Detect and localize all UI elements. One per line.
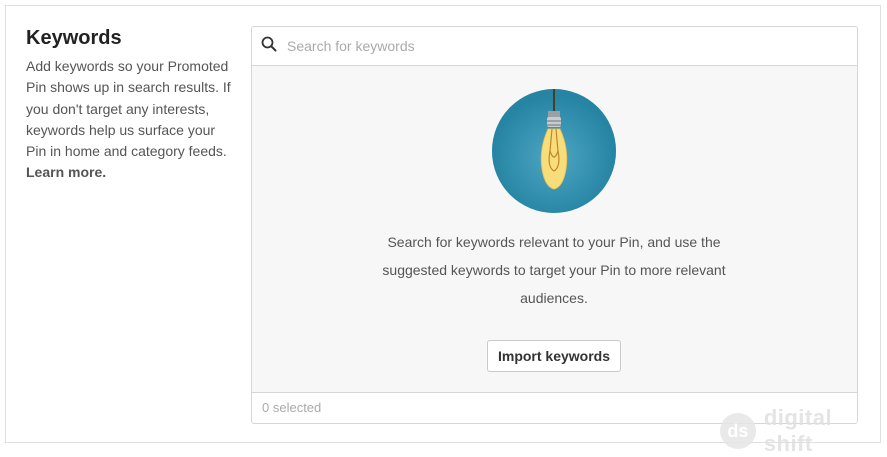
section-title: Keywords xyxy=(26,27,122,49)
search-bar xyxy=(252,27,857,66)
search-input[interactable] xyxy=(285,37,829,55)
empty-state-message: Search for keywords relevant to your Pin… xyxy=(382,234,726,306)
search-icon xyxy=(261,36,277,57)
watermark-logo: ds xyxy=(720,413,756,449)
keywords-panel: Search for keywords relevant to your Pin… xyxy=(251,26,858,424)
empty-state: Search for keywords relevant to your Pin… xyxy=(252,66,857,392)
keywords-card: Keywords Add keywords so your Promoted P… xyxy=(5,5,881,443)
watermark: ds digital shift xyxy=(720,405,887,456)
description-text: Add keywords so your Promoted Pin shows … xyxy=(26,58,231,160)
learn-more-link[interactable]: Learn more. xyxy=(26,164,106,180)
keywords-info: Keywords Add keywords so your Promoted P… xyxy=(26,26,236,184)
lightbulb-icon xyxy=(492,89,616,213)
watermark-text: digital shift xyxy=(763,405,833,456)
section-description: Add keywords so your Promoted Pin shows … xyxy=(26,56,236,184)
import-keywords-button[interactable]: Import keywords xyxy=(487,340,621,372)
